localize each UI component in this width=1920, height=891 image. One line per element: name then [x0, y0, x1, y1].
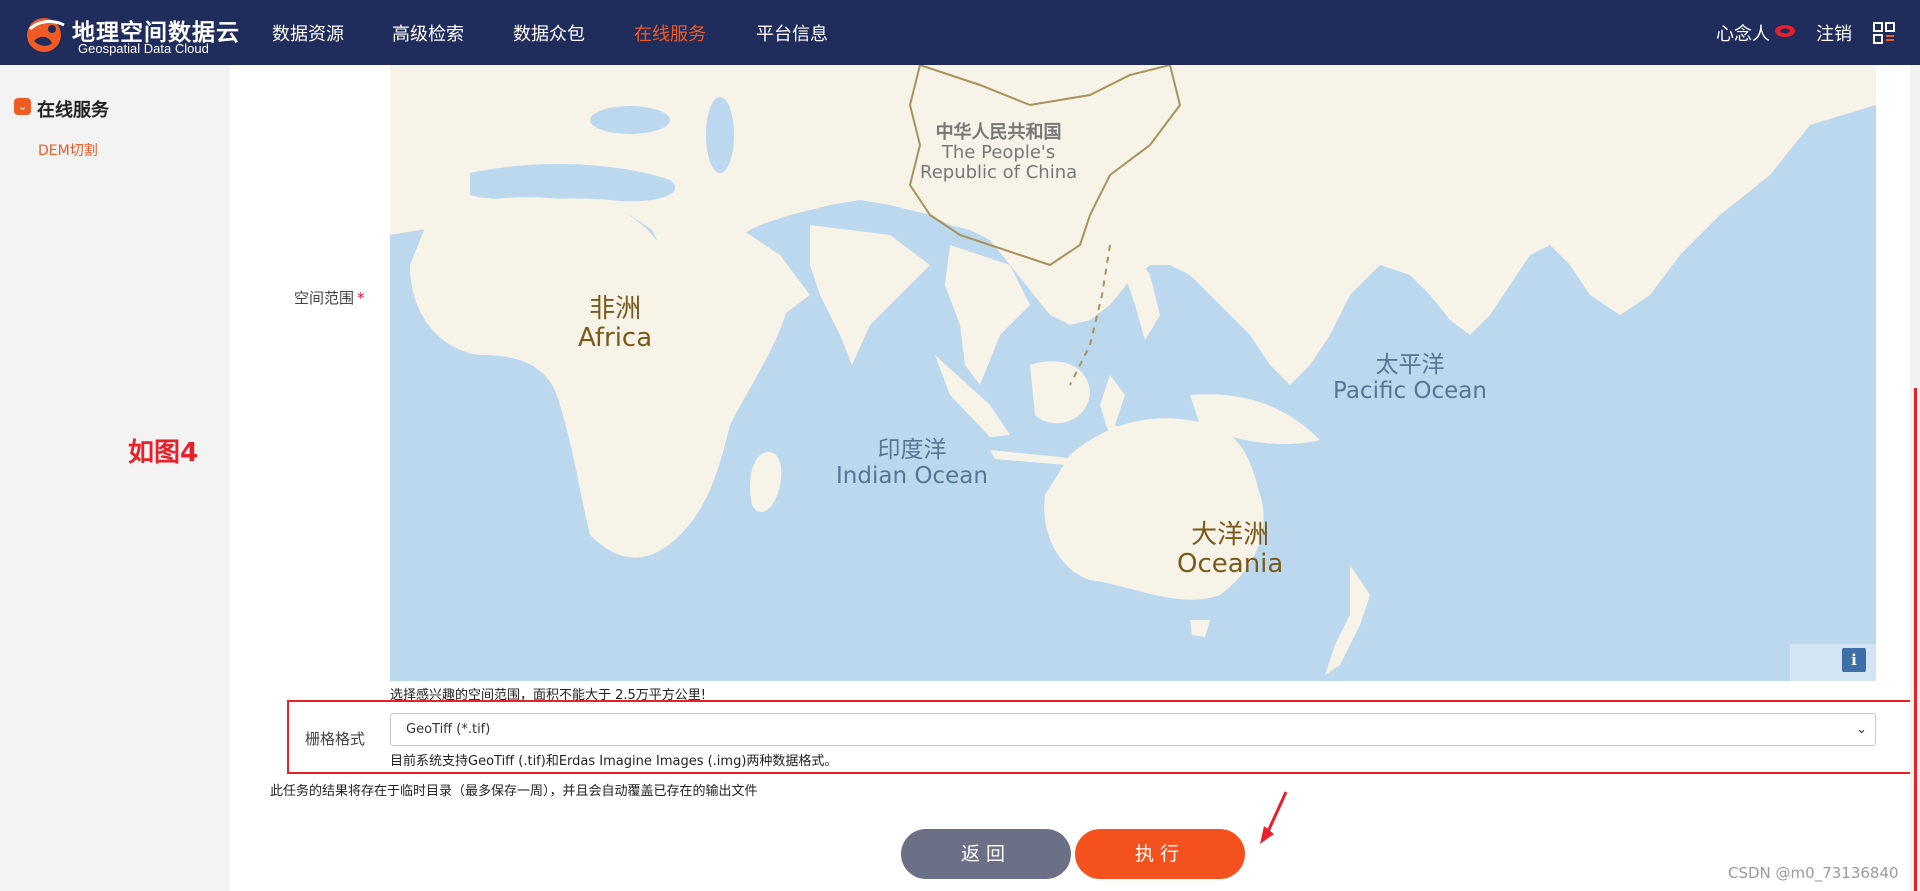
output-notice: 此任务的结果将存在于临时目录（最多保存一周），并且会自动覆盖已存在的输出文件: [270, 784, 758, 799]
execute-button[interactable]: 执行: [1075, 829, 1245, 879]
scrollbar-thumb[interactable]: [1914, 388, 1917, 891]
nav-data-resources[interactable]: 数据资源: [272, 20, 344, 46]
caspian-sea: [706, 97, 734, 173]
chevron-down-icon: ⌄: [1856, 722, 1867, 737]
logo-subtitle: Geospatial Data Cloud: [78, 41, 209, 56]
user-name[interactable]: 心念人: [1716, 20, 1770, 46]
map-label-oceania-en: Oceania: [1177, 549, 1284, 580]
new-zealand: [1325, 565, 1370, 675]
borneo: [1030, 361, 1090, 424]
raster-format-value: GeoTiff (*.tif): [406, 722, 491, 737]
extent-label: 空间范围 *: [294, 287, 365, 308]
extent-label-text: 空间范围: [294, 289, 355, 307]
red-arrow-annotation-icon: [1260, 791, 1288, 844]
map-label-pacific-ocean-cn: 太平洋: [1375, 352, 1445, 378]
sidebar: ⌄ 在线服务 DEM切割: [0, 65, 230, 891]
watermark: CSDN @m0_73136840: [1728, 864, 1899, 882]
chevron-down-icon: ⌄: [14, 98, 31, 115]
raster-format-select[interactable]: GeoTiff (*.tif) ⌄: [390, 713, 1876, 746]
top-navbar: 地理空间数据云 Geospatial Data Cloud 数据资源 高级检索 …: [0, 0, 1920, 65]
madagascar: [750, 451, 782, 513]
map-label-china: 中华人民共和国 The People's Republic of China: [920, 122, 1078, 184]
required-mark: *: [357, 289, 365, 307]
black-sea: [590, 106, 670, 134]
nav-platform-info[interactable]: 平台信息: [756, 20, 828, 46]
map-label-china-cn: 中华人民共和国: [935, 122, 1062, 143]
map-label-indian-ocean-cn: 印度洋: [877, 437, 947, 463]
nav-advanced-search[interactable]: 高级检索: [392, 20, 464, 46]
figure-annotation: 如图4: [128, 438, 199, 468]
map-label-pacific-ocean-en: Pacific Ocean: [1333, 377, 1487, 404]
format-hint: 目前系统支持GeoTiff (.tif)和Erdas Imagine Image…: [390, 754, 838, 769]
site-logo[interactable]: 地理空间数据云 Geospatial Data Cloud: [22, 11, 239, 57]
map-label-china-en2: Republic of China: [920, 162, 1078, 184]
india-peninsula: [810, 225, 930, 365]
map-label-indian-ocean: 印度洋 Indian Ocean: [836, 437, 988, 490]
map-label-oceania: 大洋洲 Oceania: [1177, 520, 1284, 580]
map-label-oceania-cn: 大洋洲: [1191, 520, 1270, 550]
format-label: 栅格格式: [305, 730, 366, 748]
map-label-africa-cn: 非洲: [589, 294, 642, 324]
user-badge-icon[interactable]: [1774, 24, 1796, 38]
logout-link[interactable]: 注销: [1816, 20, 1852, 46]
map-label-indian-ocean-en: Indian Ocean: [836, 462, 988, 489]
map-canvas[interactable]: [390, 65, 1876, 681]
globe-logo-icon: [27, 18, 65, 52]
tasmania: [1190, 620, 1210, 637]
map-label-china-en1: The People's: [941, 142, 1056, 164]
info-icon[interactable]: i: [1842, 648, 1866, 672]
nav-data-crowdsourcing[interactable]: 数据众包: [513, 20, 585, 46]
map-label-africa: 非洲 Africa: [578, 294, 653, 354]
qr-code-icon[interactable]: [1873, 22, 1895, 44]
nav-online-services[interactable]: 在线服务: [634, 20, 706, 46]
map-label-africa-en: Africa: [578, 323, 653, 354]
back-button[interactable]: 返回: [901, 829, 1071, 879]
spatial-extent-map[interactable]: 中华人民共和国 The People's Republic of China 非…: [390, 65, 1876, 681]
map-label-pacific-ocean: 太平洋 Pacific Ocean: [1333, 352, 1487, 405]
sidebar-section-title: 在线服务: [37, 100, 109, 121]
sidebar-item-dem-clip[interactable]: DEM切割: [38, 140, 98, 160]
